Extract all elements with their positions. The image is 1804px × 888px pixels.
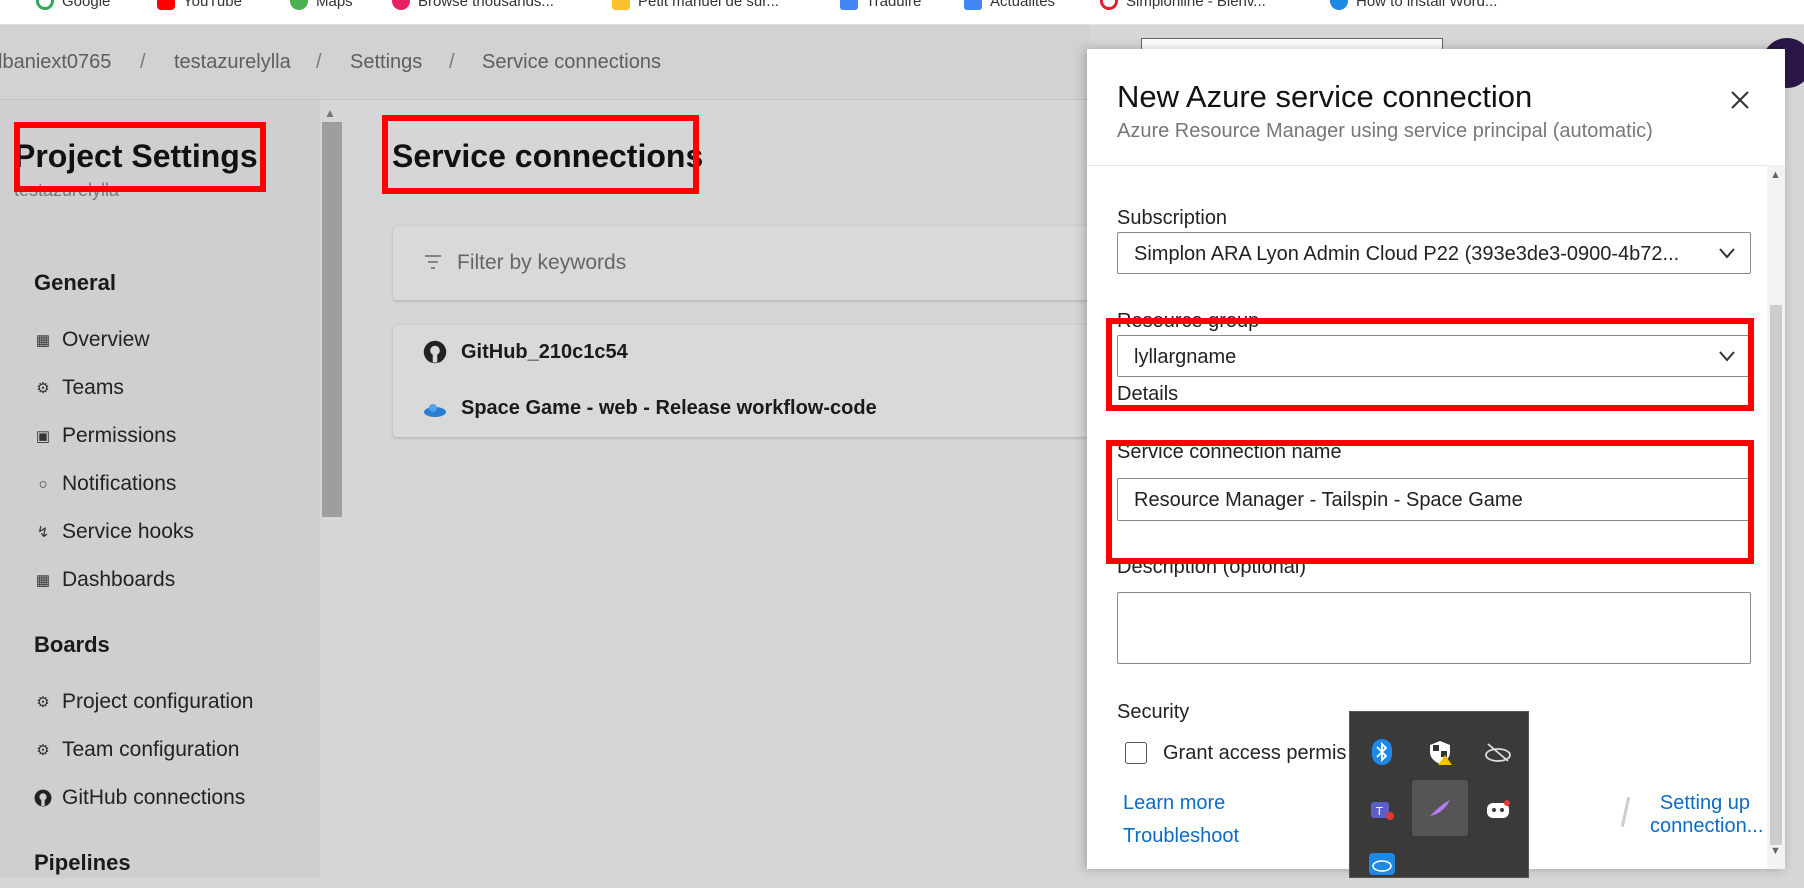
- bookmark-install-word[interactable]: How to install Word...: [1330, 0, 1497, 10]
- youtube-icon: [157, 0, 175, 10]
- divider: [1087, 165, 1785, 166]
- nav-section-pipelines: Pipelines: [34, 850, 131, 875]
- sidebar-item-dashboards[interactable]: ▦ Dashboards: [34, 568, 175, 592]
- panel-scrollbar-thumb[interactable]: [1770, 305, 1782, 845]
- nav-title: Project Settings: [14, 138, 258, 174]
- teams-notification-icon[interactable]: T: [1358, 786, 1406, 834]
- team-config-icon: ⚙: [36, 742, 50, 759]
- chevron-down-icon: [1719, 248, 1735, 259]
- learn-more-link[interactable]: Learn more: [1123, 792, 1225, 815]
- discord-icon[interactable]: [1474, 786, 1522, 834]
- bookmark-google[interactable]: Google: [36, 0, 110, 10]
- system-tray-popup: T: [1349, 711, 1529, 878]
- bookmark-youtube[interactable]: YouTube: [157, 0, 242, 10]
- nav-section-general: General: [34, 270, 116, 295]
- list-item[interactable]: Space Game - web - Release workflow-code: [423, 397, 877, 420]
- bookmark-petit-manuel[interactable]: Petit manuel de sur...: [612, 0, 779, 10]
- description-field[interactable]: [1117, 592, 1751, 664]
- breadcrumb-current: Service connections: [482, 51, 661, 73]
- breadcrumb-separator: /: [140, 51, 146, 73]
- google-icon: [36, 0, 54, 10]
- sidebar-item-notifications[interactable]: ○ Notifications: [34, 472, 176, 496]
- overview-icon: ▦: [35, 332, 51, 349]
- grant-access-label: Grant access permis: [1163, 742, 1347, 764]
- subscription-label: Subscription: [1117, 207, 1228, 229]
- nav-section-boards: Boards: [34, 632, 110, 657]
- chevron-down-icon: [1719, 351, 1735, 362]
- description-label: Description (optional): [1117, 556, 1306, 578]
- sidebar-item-permissions[interactable]: ▣ Permissions: [34, 424, 176, 448]
- scroll-down-icon[interactable]: ▼: [1770, 845, 1781, 857]
- bookmark-browse[interactable]: Browse thousands...: [392, 0, 554, 10]
- svg-text:T: T: [1375, 805, 1383, 818]
- security-warning-icon[interactable]: [1416, 728, 1464, 776]
- spinner-icon: [1620, 797, 1631, 827]
- nav-project-name: testazurelylla: [14, 180, 120, 200]
- filter-icon: [425, 255, 441, 269]
- simplon-icon: [1100, 0, 1118, 10]
- browse-icon: [392, 0, 410, 10]
- maps-icon: [290, 0, 308, 10]
- lock-icon: ▣: [35, 428, 51, 445]
- troubleshoot-link[interactable]: Troubleshoot: [1123, 825, 1239, 848]
- bookmark-maps[interactable]: Maps: [290, 0, 353, 10]
- security-heading: Security: [1117, 701, 1190, 723]
- details-heading: Details: [1117, 383, 1179, 405]
- list-item[interactable]: GitHub_210c1c54: [423, 340, 628, 364]
- github-icon: [423, 340, 447, 364]
- grant-access-checkbox[interactable]: [1125, 742, 1147, 764]
- page-title: Service connections: [392, 138, 704, 174]
- resource-group-dropdown[interactable]: lyllargname: [1117, 335, 1751, 377]
- onedrive-icon[interactable]: [1358, 840, 1406, 888]
- hook-icon: ↯: [36, 524, 50, 541]
- bookmarks-bar: ai Google YouTube Maps Browse thousands.…: [0, 0, 1804, 25]
- azure-cloud-icon: [424, 403, 446, 417]
- panel-subtitle: Azure Resource Manager using service pri…: [1117, 120, 1653, 142]
- breadcrumb-separator: /: [316, 51, 322, 73]
- bookmark-simplonline[interactable]: Simplonline - Bienv...: [1100, 0, 1266, 10]
- breadcrumb-org[interactable]: lbaniext0765: [0, 51, 111, 74]
- bluetooth-icon[interactable]: [1358, 728, 1406, 776]
- document-icon: [612, 0, 630, 10]
- sidebar-item-teams[interactable]: ⚙ Teams: [34, 376, 124, 400]
- teams-icon: ⚙: [36, 380, 50, 397]
- dashboard-icon: ▦: [35, 572, 51, 589]
- breadcrumb-project[interactable]: testazurelylla: [174, 51, 291, 74]
- resource-group-label: Resource group: [1117, 310, 1260, 332]
- scroll-up-icon[interactable]: ▲: [324, 106, 336, 120]
- subscription-value: Simplon ARA Lyon Admin Cloud P22 (393e3d…: [1134, 243, 1680, 265]
- news-icon: [964, 0, 982, 10]
- github-icon: [34, 789, 52, 807]
- resource-group-value: lyllargname: [1134, 346, 1237, 368]
- cloud-offline-icon[interactable]: [1474, 728, 1522, 776]
- chat-icon: ○: [38, 475, 48, 493]
- word-icon: [1330, 0, 1348, 10]
- nav-scrollbar-thumb[interactable]: [322, 122, 342, 517]
- sidebar-item-service-hooks[interactable]: ↯ Service hooks: [34, 520, 194, 544]
- breadcrumb: lbaniext0765 / testazurelylla / Settings…: [0, 25, 1090, 100]
- close-icon[interactable]: [1727, 87, 1753, 113]
- subscription-dropdown[interactable]: Simplon ARA Lyon Admin Cloud P22 (393e3d…: [1117, 232, 1751, 274]
- service-connection-name-label: Service connection name: [1117, 441, 1342, 463]
- scroll-up-icon[interactable]: ▲: [1770, 169, 1781, 181]
- bookmark-traduire[interactable]: Traduire: [840, 0, 921, 10]
- sidebar-item-team-configuration[interactable]: ⚙ Team configuration: [34, 738, 239, 762]
- breadcrumb-separator: /: [449, 51, 455, 73]
- breadcrumb-settings[interactable]: Settings: [350, 51, 422, 74]
- config-icon: ⚙: [36, 694, 50, 711]
- panel-title: New Azure service connection: [1117, 79, 1533, 114]
- service-connection-name-field[interactable]: Resource Manager - Tailspin - Space Game: [1117, 478, 1751, 521]
- sidebar-item-github-connections[interactable]: GitHub connections: [34, 786, 245, 810]
- setting-up-status: Setting up connection...: [1650, 792, 1764, 837]
- bookmark-actualites[interactable]: Actualités: [964, 0, 1055, 10]
- sidebar-item-overview[interactable]: ▦ Overview: [34, 328, 150, 352]
- feather-icon[interactable]: [1412, 780, 1468, 836]
- translate-icon: [840, 0, 858, 10]
- sidebar-item-project-configuration[interactable]: ⚙ Project configuration: [34, 690, 253, 714]
- filter-input[interactable]: Filter by keywords: [457, 251, 626, 275]
